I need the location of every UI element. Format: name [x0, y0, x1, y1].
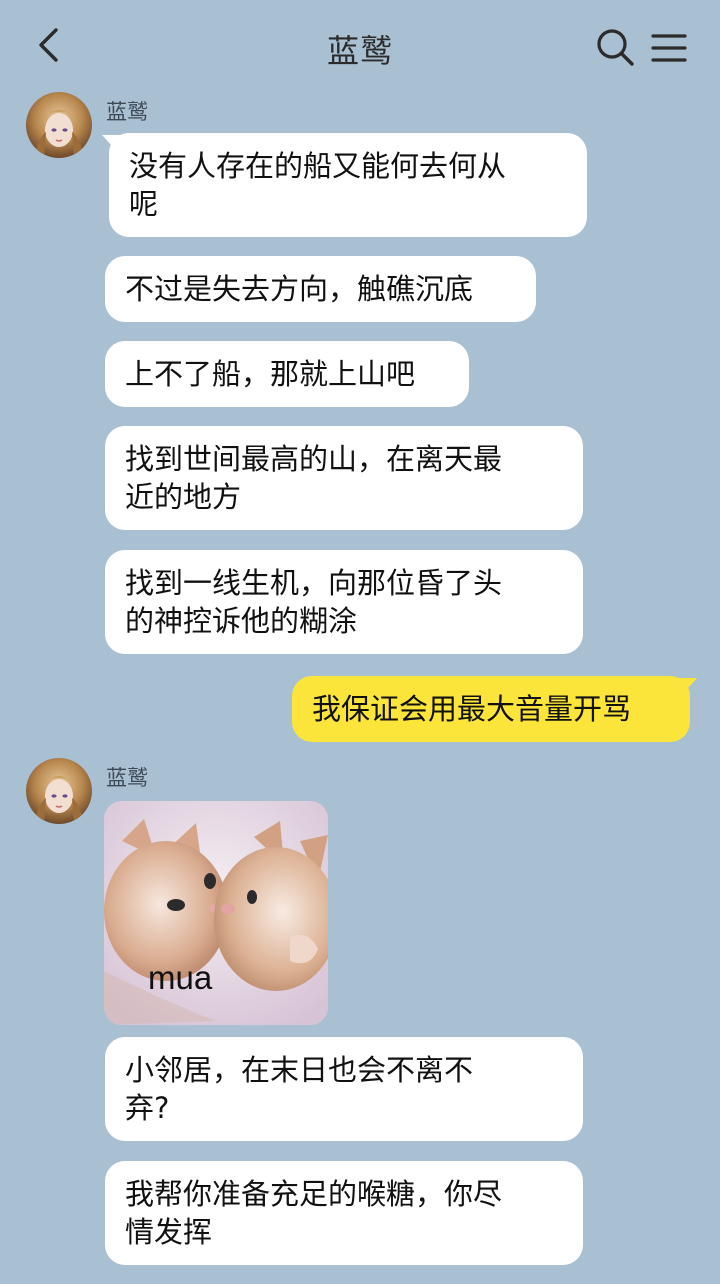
message-line: 呢 [129, 187, 159, 221]
sticker-message[interactable]: mua [104, 801, 328, 1025]
message-line: 找到一线生机，向那位昏了头 [125, 566, 503, 600]
sender-name: 蓝鹫 [106, 766, 148, 790]
message-line: 小邻居，在末日也会不离不 [125, 1053, 474, 1087]
message-line: 我帮你准备充足的喉糖，你尽 [125, 1177, 503, 1211]
search-button[interactable] [594, 26, 636, 68]
message-line: 情发挥 [125, 1215, 213, 1249]
message-line: 上不了船，那就上山吧 [125, 357, 416, 391]
message-line: 近的地方 [125, 480, 242, 514]
outgoing-message-bubble[interactable]: 我保证会用最大音量开骂 [292, 676, 690, 742]
message-bubble[interactable]: 我帮你准备充足的喉糖，你尽 情发挥 [105, 1161, 583, 1265]
message-line: 找到世间最高的山，在离天最 [125, 442, 503, 476]
kittens-sticker-image [104, 801, 328, 1025]
message-line: 没有人存在的船又能何去何从 [129, 149, 507, 183]
message-bubble[interactable]: 找到一线生机，向那位昏了头 的神控诉他的糊涂 [105, 550, 583, 654]
message-bubble[interactable]: 没有人存在的船又能何去何从 呢 [109, 133, 587, 237]
menu-button[interactable] [650, 30, 688, 66]
message-line: 我保证会用最大音量开骂 [312, 692, 632, 726]
message-bubble[interactable]: 找到世间最高的山，在离天最 近的地方 [105, 426, 583, 530]
message-bubble[interactable]: 不过是失去方向，触礁沉底 [105, 256, 536, 322]
avatar-image [26, 92, 92, 158]
sticker-caption: mua [148, 959, 213, 996]
message-line: 不过是失去方向，触礁沉底 [125, 272, 474, 306]
sender-name: 蓝鹫 [106, 100, 148, 124]
message-bubble[interactable]: 上不了船，那就上山吧 [105, 341, 469, 407]
message-bubble[interactable]: 小邻居，在末日也会不离不 弃? [105, 1037, 583, 1141]
message-line: 弃? [125, 1091, 170, 1125]
menu-icon [651, 34, 687, 62]
chat-header: 蓝鹫 [0, 0, 720, 92]
chat-screen: 蓝鹫 蓝鹫 没有人存在的船又能何去何从 呢 不过是失去方向，触礁沉底 上不了船，… [0, 0, 720, 1284]
avatar[interactable] [26, 92, 92, 158]
message-line: 的神控诉他的糊涂 [125, 604, 358, 638]
avatar-image [26, 758, 92, 824]
search-icon [597, 29, 634, 66]
avatar[interactable] [26, 758, 92, 824]
